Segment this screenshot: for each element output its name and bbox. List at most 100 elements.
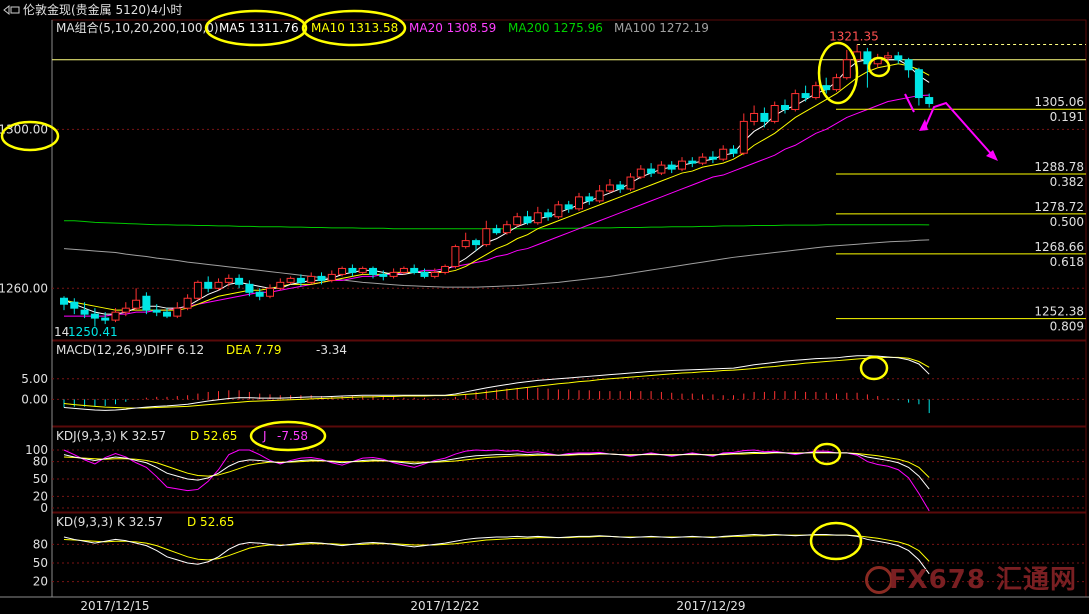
candle-body — [451, 246, 460, 267]
panel-frame — [51, 340, 1087, 427]
candle-body — [111, 311, 120, 321]
candle-body — [101, 317, 110, 321]
y-tick-1260: 1260.00 — [0, 281, 48, 295]
ma100-line — [63, 239, 930, 288]
macd-dea-value: DEA 7.79 — [226, 343, 282, 357]
candle-body — [204, 281, 213, 289]
candle-body — [708, 156, 717, 160]
candle-body — [60, 297, 68, 305]
candle-body — [245, 283, 254, 293]
ma200-legend: MA200 1275.96 — [508, 21, 603, 35]
candle-body — [678, 160, 686, 170]
low-price-label: 1250.41 — [68, 325, 118, 339]
candle-body — [152, 309, 161, 313]
candle-body — [533, 212, 542, 224]
candle-body — [626, 176, 635, 190]
candle-body — [585, 196, 594, 202]
fib-ratio-0.191: 0.191 — [1050, 110, 1084, 124]
date-label: 2017/12/15 — [80, 599, 149, 613]
kd-d-line — [63, 534, 930, 562]
candle-body — [338, 267, 347, 275]
candle-body — [379, 273, 388, 277]
candle-body — [389, 271, 398, 277]
candle-body — [441, 265, 450, 273]
candle-body — [410, 267, 419, 273]
candle-body — [894, 55, 903, 61]
low-price-prefix: 14 — [54, 325, 69, 339]
kdj-tick-50: 50 — [33, 472, 48, 486]
kdj-k-value: K 32.57 — [120, 429, 166, 443]
fib-price-0.382: 1288.78 — [1034, 160, 1084, 174]
candle-body — [327, 273, 336, 281]
candle-body — [430, 271, 439, 277]
candle-body — [616, 184, 625, 190]
candle-body — [832, 77, 841, 91]
ma5-legend: MA5 1311.76 — [219, 21, 299, 35]
kdj-d-line — [63, 452, 930, 478]
candle-body — [770, 105, 779, 122]
macd-value: -3.34 — [316, 343, 347, 357]
macd-dea-line — [63, 356, 930, 409]
candle-body — [369, 267, 377, 275]
fib-price-0.191: 1305.06 — [1034, 95, 1084, 109]
candle-body — [688, 160, 697, 164]
candle-body — [636, 168, 645, 178]
candle-body — [420, 271, 429, 277]
kd-cross-circle — [809, 521, 863, 561]
kdj-d-value: D 52.65 — [190, 429, 237, 443]
candle-body — [904, 59, 913, 71]
candle-body — [523, 216, 532, 224]
candle-body — [348, 267, 357, 273]
fib-price-0.618: 1268.66 — [1034, 240, 1084, 254]
candle-body — [358, 267, 367, 273]
macd-diff-value: DIFF 6.12 — [147, 343, 204, 357]
candle-body — [657, 164, 666, 174]
candle-body — [605, 184, 614, 192]
kdj-j-line — [63, 449, 930, 512]
ma10-line — [63, 63, 930, 311]
candle-body — [698, 156, 707, 164]
kd-tick-80: 80 — [33, 537, 48, 551]
candle-body — [163, 311, 171, 317]
date-label: 2017/12/29 — [676, 599, 745, 613]
candle-body — [513, 216, 522, 226]
chart-canvas: 1300.001260.001321.35141250.411305.060.1… — [0, 9, 1089, 613]
forecast-arrowhead-2 — [986, 150, 998, 161]
candle-body — [307, 275, 316, 283]
watermark: FX678 汇通网 — [888, 565, 1077, 595]
macd-label: MACD(12,26,9) — [56, 343, 147, 357]
kd-k-value: K 32.57 — [117, 515, 163, 529]
fib-price-0.809: 1252.38 — [1034, 305, 1084, 319]
candle-body — [811, 85, 820, 99]
macd-cross-circle — [859, 355, 889, 381]
candle-body — [461, 240, 470, 248]
kd-tick-20: 20 — [33, 575, 48, 589]
macd-tick-0: 0.00 — [21, 392, 48, 406]
candle-body — [719, 148, 728, 160]
candle-body — [224, 277, 233, 283]
ma-legend-label: MA组合(5,10,20,200,100,0) — [56, 20, 219, 35]
kdj-label: KDJ(9,3,3) — [56, 429, 117, 443]
candle-body — [595, 190, 604, 202]
candle-body — [132, 299, 141, 309]
kdj-k-line — [63, 451, 930, 490]
kd-label: KD(9,3,3) — [56, 515, 113, 529]
candle-body — [750, 112, 759, 122]
candle-body — [193, 281, 202, 299]
candle-body — [482, 228, 491, 246]
kdj-tick-0: 0 — [40, 501, 48, 515]
candle-body — [317, 275, 326, 281]
candle-body — [502, 224, 511, 234]
candle-body — [564, 204, 573, 210]
candle-body — [914, 69, 923, 99]
peak-highlight-circle — [817, 41, 859, 105]
ma5-line — [63, 59, 930, 315]
candle-body — [739, 120, 748, 154]
candle-body — [266, 287, 274, 297]
candle-body — [791, 93, 800, 110]
kd-tick-50: 50 — [33, 556, 48, 570]
date-label: 2017/12/22 — [410, 599, 479, 613]
candle-body — [925, 97, 934, 105]
fib-ratio-0.500: 0.500 — [1050, 215, 1084, 229]
fib-price-0.500: 1278.72 — [1034, 200, 1084, 214]
